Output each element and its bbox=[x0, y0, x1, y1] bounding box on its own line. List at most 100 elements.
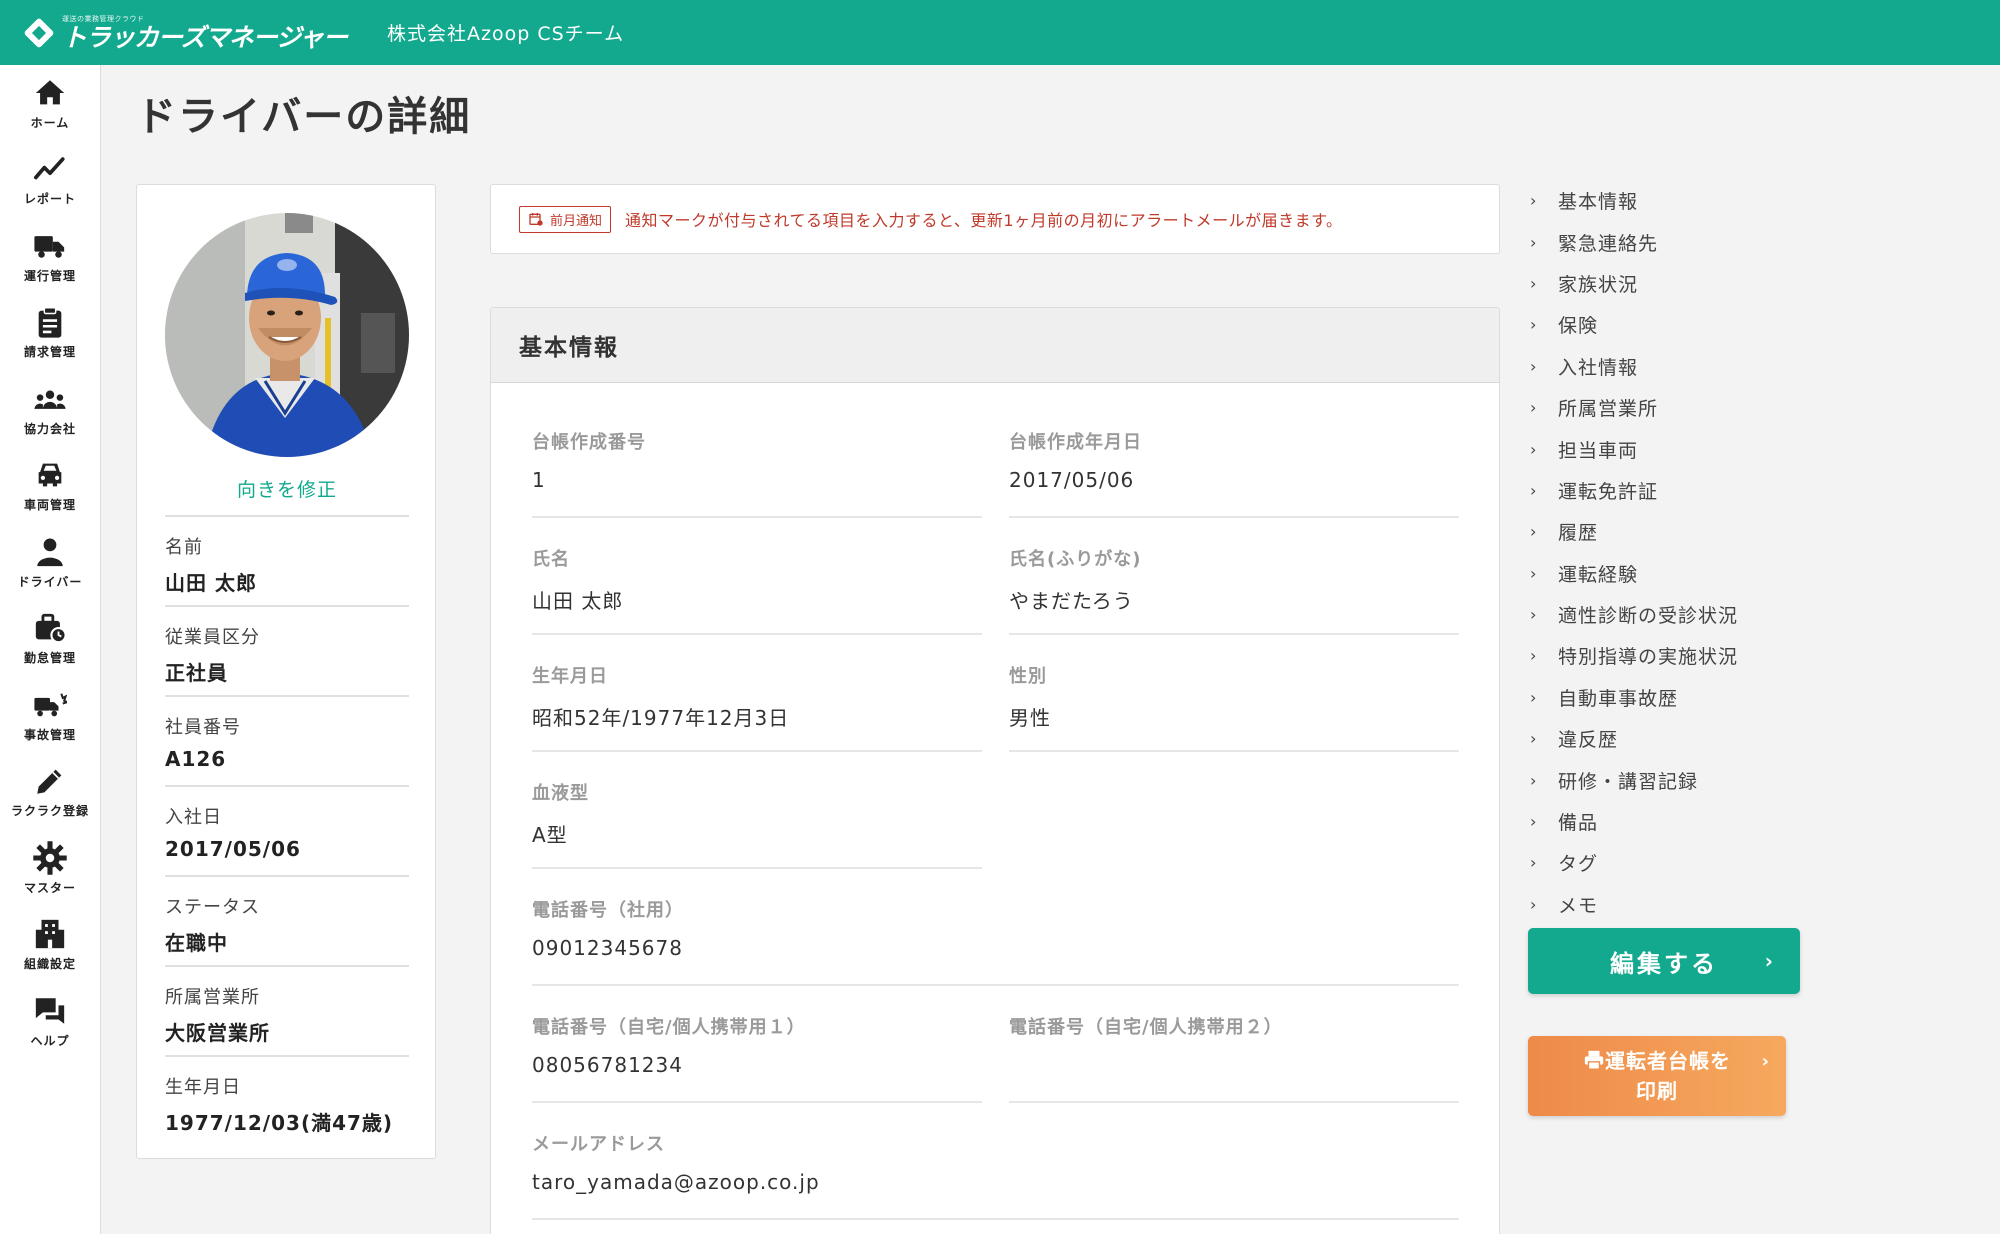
chart-line-icon bbox=[33, 157, 65, 180]
users-icon bbox=[34, 390, 66, 409]
logo-text: トラッカーズマネージャー bbox=[62, 22, 348, 52]
anchor-driving-experience[interactable]: › 運転経験 bbox=[1530, 553, 1830, 594]
truck-icon bbox=[34, 235, 65, 258]
anchor-label: 研修・講習記録 bbox=[1558, 770, 1699, 793]
nav-item-attendance[interactable]: 勤怠管理 bbox=[0, 601, 100, 678]
chevron-right-icon: › bbox=[1530, 480, 1538, 500]
field-value: 1977/12/03(満47歳) bbox=[165, 1111, 394, 1135]
section-header: 基本情報 bbox=[491, 308, 1499, 383]
anchor-tags[interactable]: › タグ bbox=[1530, 842, 1830, 883]
anchor-label: 違反歴 bbox=[1558, 729, 1619, 752]
anchor-special-guidance[interactable]: › 特別指導の実施状況 bbox=[1530, 635, 1830, 676]
nav-item-quick-register[interactable]: ラクラク登録 bbox=[0, 754, 100, 831]
print-ledger-button[interactable]: › 運転者台帳を 印刷 bbox=[1528, 1036, 1786, 1116]
basic-info-card: 基本情報 台帳作成番号 1 台帳作成年月日 2017/05/06 氏名 山田 太… bbox=[490, 307, 1500, 1234]
anchor-aptitude-test[interactable]: › 適性診断の受診状況 bbox=[1530, 594, 1830, 635]
field-value: 山田 太郎 bbox=[165, 571, 257, 595]
anchor-label: 備品 bbox=[1558, 812, 1599, 835]
chevron-right-icon: › bbox=[1530, 605, 1538, 625]
edit-button-label: 編集する bbox=[1610, 949, 1718, 978]
field-label: 所属営業所 bbox=[165, 987, 260, 1008]
anchor-training[interactable]: › 研修・講習記録 bbox=[1530, 759, 1830, 800]
truck-crash-icon bbox=[34, 693, 67, 717]
field-label: 氏名 bbox=[532, 549, 570, 570]
nav-item-home[interactable]: ホーム bbox=[0, 65, 100, 142]
field-label: 氏名(ふりがな) bbox=[1009, 549, 1142, 570]
nav-item-operation[interactable]: 運行管理 bbox=[0, 218, 100, 295]
rotate-photo-link[interactable]: 向きを修正 bbox=[137, 475, 437, 502]
chevron-right-icon: › bbox=[1764, 949, 1776, 973]
anchor-label: 運転免許証 bbox=[1558, 480, 1659, 503]
field-label: 入社日 bbox=[165, 807, 222, 828]
profile-field-birthdate: 生年月日 1977/12/03(満47歳) bbox=[165, 1055, 409, 1145]
anchor-family[interactable]: › 家族状況 bbox=[1530, 263, 1830, 304]
anchor-basic-info[interactable]: › 基本情報 bbox=[1530, 180, 1830, 221]
nav-item-accidents[interactable]: 事故管理 bbox=[0, 677, 100, 754]
nav-item-partners[interactable]: 協力会社 bbox=[0, 371, 100, 448]
field-blood-type: 血液型 A型 bbox=[532, 779, 982, 869]
driver-photo bbox=[165, 213, 409, 457]
anchor-hire-info[interactable]: › 入社情報 bbox=[1530, 346, 1830, 387]
anchor-label: 家族状況 bbox=[1558, 273, 1639, 296]
nav-label: ドライバー bbox=[17, 574, 83, 589]
chevron-right-icon: › bbox=[1530, 812, 1538, 832]
field-name-kana: 氏名(ふりがな) やまだたろう bbox=[1009, 545, 1459, 635]
anchor-office[interactable]: › 所属営業所 bbox=[1530, 387, 1830, 428]
nav-label: マスター bbox=[23, 880, 76, 895]
notice-badge: 前月通知 bbox=[519, 205, 612, 233]
field-label: 台帳作成年月日 bbox=[1009, 432, 1142, 453]
anchor-label: 緊急連絡先 bbox=[1558, 232, 1659, 255]
anchor-equipment[interactable]: › 備品 bbox=[1530, 801, 1830, 842]
profile-field-office: 所属営業所 大阪営業所 bbox=[165, 965, 409, 1055]
anchor-insurance[interactable]: › 保険 bbox=[1530, 304, 1830, 345]
nav-item-help[interactable]: ヘルプ bbox=[0, 983, 100, 1060]
field-value: 山田 太郎 bbox=[532, 589, 624, 613]
anchor-accident-history[interactable]: › 自動車事故歴 bbox=[1530, 677, 1830, 718]
field-label: 従業員区分 bbox=[165, 627, 260, 648]
profile-field-name: 名前 山田 太郎 bbox=[165, 515, 409, 605]
field-value: 昭和52年/1977年12月3日 bbox=[532, 706, 790, 730]
field-label: 生年月日 bbox=[532, 666, 608, 687]
nav-item-billing[interactable]: 請求管理 bbox=[0, 295, 100, 372]
field-label: 電話番号（社用） bbox=[532, 900, 684, 921]
chevron-right-icon: › bbox=[1530, 687, 1538, 707]
profile-card: 向きを修正 名前 山田 太郎 従業員区分 正社員 社員番号 A126 入社日 2… bbox=[136, 184, 436, 1159]
field-label: 血液型 bbox=[532, 783, 589, 804]
field-label: メールアドレス bbox=[532, 1134, 665, 1155]
anchor-label: 担当車両 bbox=[1558, 439, 1639, 462]
field-value: やまだたろう bbox=[1009, 589, 1134, 613]
anchor-violations[interactable]: › 違反歴 bbox=[1530, 718, 1830, 759]
anchor-license[interactable]: › 運転免許証 bbox=[1530, 470, 1830, 511]
chevron-right-icon: › bbox=[1530, 853, 1538, 873]
nav-item-vehicles[interactable]: 車両管理 bbox=[0, 448, 100, 525]
field-ledger-date: 台帳作成年月日 2017/05/06 bbox=[1009, 428, 1459, 518]
nav-item-drivers[interactable]: ドライバー bbox=[0, 524, 100, 601]
notice-badge-label: 前月通知 bbox=[550, 213, 603, 229]
nav-label: ホーム bbox=[30, 115, 70, 130]
field-gender: 性別 男性 bbox=[1009, 662, 1459, 752]
nav-label: 請求管理 bbox=[23, 345, 76, 360]
anchor-memo[interactable]: › メモ bbox=[1530, 884, 1830, 925]
field-personal-phone-1: 電話番号（自宅/個人携帯用１） 08056781234 bbox=[532, 1013, 982, 1103]
anchor-emergency-contact[interactable]: › 緊急連絡先 bbox=[1530, 221, 1830, 262]
anchor-label: メモ bbox=[1558, 894, 1599, 917]
print-button-line1: 運転者台帳を bbox=[1605, 1049, 1731, 1073]
field-full-name: 氏名 山田 太郎 bbox=[532, 545, 982, 635]
anchor-label: 保険 bbox=[1558, 315, 1599, 338]
nav-label: レポート bbox=[23, 192, 76, 207]
edit-button[interactable]: 編集する › bbox=[1528, 928, 1800, 994]
company-name: 株式会社Azoop CSチーム bbox=[387, 23, 625, 45]
profile-field-hire-date: 入社日 2017/05/06 bbox=[165, 785, 409, 875]
field-value: 大阪営業所 bbox=[165, 1021, 270, 1045]
anchor-vehicle[interactable]: › 担当車両 bbox=[1530, 428, 1830, 469]
nav-item-org-settings[interactable]: 組織設定 bbox=[0, 907, 100, 984]
gear-icon bbox=[33, 841, 67, 875]
nav-item-master[interactable]: マスター bbox=[0, 830, 100, 907]
app-logo[interactable]: 運送の業務管理クラウド トラッカーズマネージャー bbox=[24, 15, 348, 52]
anchor-history[interactable]: › 履歴 bbox=[1530, 511, 1830, 552]
nav-item-report[interactable]: レポート bbox=[0, 142, 100, 219]
car-icon bbox=[38, 463, 62, 487]
chevron-right-icon: › bbox=[1530, 191, 1538, 211]
building-icon bbox=[35, 920, 65, 949]
person-icon bbox=[37, 538, 63, 566]
